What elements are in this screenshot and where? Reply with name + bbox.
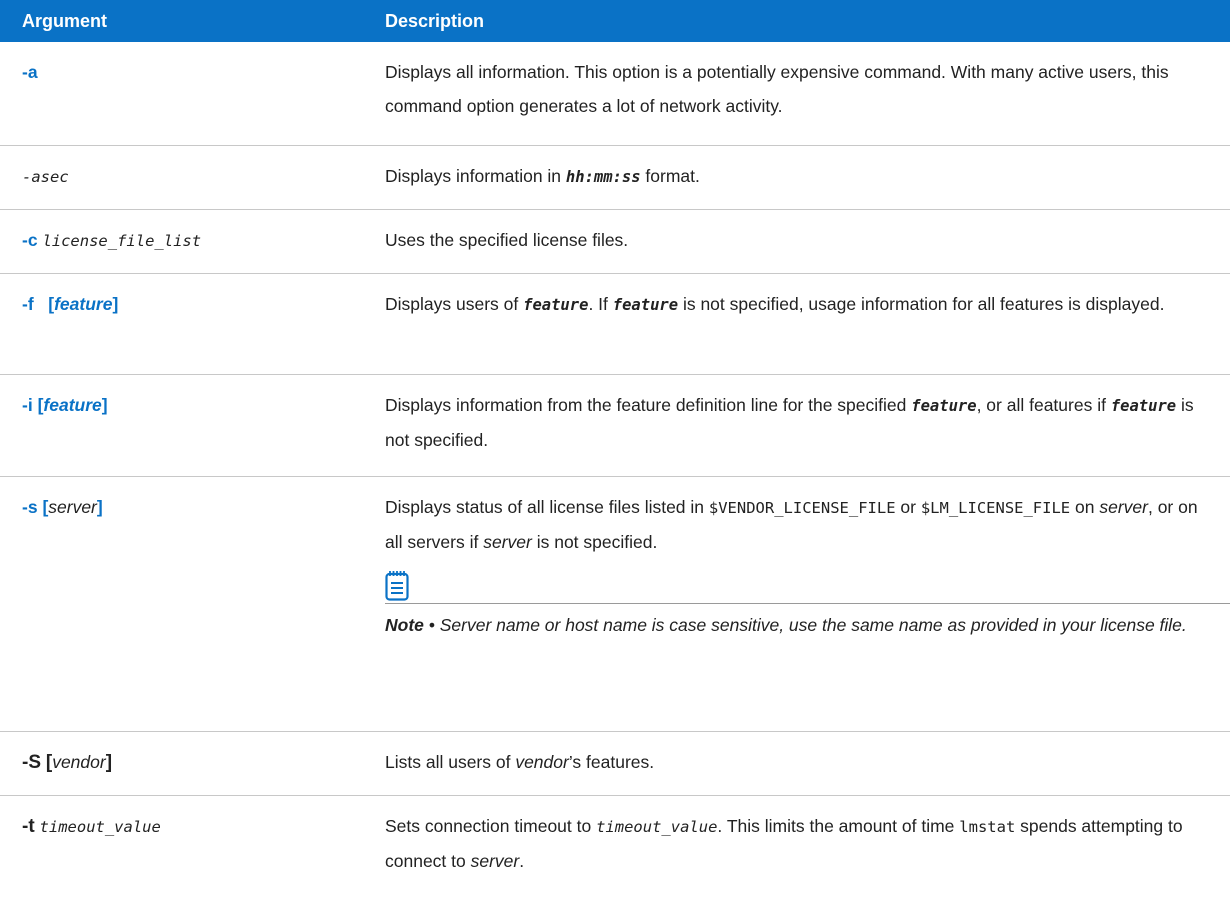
table-header-row: Argument Description (0, 0, 1230, 42)
description-cell: Lists all users of vendor’s features. (373, 731, 1230, 796)
desc-text: . (519, 850, 525, 871)
note: Note • Server name or host name is case … (385, 608, 1210, 642)
desc-text: Displays status of all license files lis… (385, 496, 709, 517)
desc-text: Sets connection timeout to (385, 815, 597, 836)
description-cell: Displays users of feature. If feature is… (373, 273, 1230, 375)
argument-cell: -f [feature] (0, 273, 373, 375)
desc-code: feature (523, 295, 589, 314)
argument-flag[interactable]: -S (22, 752, 41, 773)
argument-flag[interactable]: -t (22, 816, 35, 837)
desc-text: . This limits the amount of time (717, 815, 960, 836)
desc-text: ’s features. (568, 751, 655, 772)
argument-cell: -asec (0, 145, 373, 210)
argument-cell: -S [vendor] (0, 731, 373, 796)
argument-flag[interactable]: -f (22, 294, 34, 314)
bracket-close: ] (112, 293, 119, 314)
desc-italic: vendor (515, 751, 569, 772)
desc-code: feature (612, 295, 679, 314)
argument-flag: -asec (22, 167, 69, 186)
bracket-close: ] (101, 394, 108, 415)
argument-table: Argument Description -a Displays all inf… (0, 0, 1230, 885)
argument-cell: -a (0, 42, 373, 146)
argument-flag[interactable]: -c (22, 230, 38, 250)
description-cell: Uses the specified license files. (373, 209, 1230, 274)
argument-flag[interactable]: -a (22, 62, 38, 82)
desc-code: feature (1110, 396, 1177, 415)
argument-param: vendor (52, 751, 106, 772)
desc-italic: server (1099, 496, 1148, 517)
description-cell: Displays status of all license files lis… (373, 476, 1230, 732)
header-description: Description (373, 0, 1230, 42)
description-cell: Displays information in hh:mm:ss format. (373, 145, 1230, 210)
table-row: -f [feature] Displays users of feature. … (0, 273, 1230, 375)
table-row: -c license_file_list Uses the specified … (0, 209, 1230, 274)
description-cell: Displays all information. This option is… (373, 42, 1230, 146)
note-bullet: • (423, 614, 440, 635)
argument-cell: -i [feature] (0, 374, 373, 477)
desc-code: lmstat (959, 817, 1016, 836)
desc-text: . If (588, 293, 613, 314)
argument-param: feature (54, 293, 113, 314)
table-row: -asec Displays information in hh:mm:ss f… (0, 145, 1230, 210)
desc-italic: server (470, 850, 520, 871)
desc-text: on (1070, 496, 1100, 517)
argument-param: license_file_list (42, 231, 202, 250)
argument-param: feature (43, 394, 102, 415)
notepad-icon (385, 569, 409, 612)
desc-text: Displays information from the feature de… (385, 394, 912, 415)
desc-code: timeout_value (596, 817, 718, 836)
desc-text: or (895, 496, 921, 517)
desc-code: feature (911, 396, 977, 415)
argument-param: timeout_value (39, 817, 161, 836)
desc-text: Lists all users of (385, 751, 516, 772)
note-label: Note (385, 614, 424, 635)
argument-cell: -s [server] (0, 476, 373, 732)
desc-text: Displays users of (385, 293, 524, 314)
desc-text: is not specified. (531, 531, 658, 552)
note-rule (385, 565, 1230, 604)
argument-flag[interactable]: -s (22, 497, 38, 517)
argument-flag[interactable]: -i (22, 395, 33, 415)
bracket-close: ] (105, 751, 113, 773)
header-argument: Argument (0, 0, 373, 42)
argument-cell: -t timeout_value (0, 795, 373, 885)
desc-text: format. (640, 165, 700, 186)
table-row: -a Displays all information. This option… (0, 42, 1230, 146)
description-cell: Displays information from the feature de… (373, 374, 1230, 477)
desc-code: hh:mm:ss (565, 167, 641, 186)
argument-param: server (48, 496, 97, 517)
table-row: -s [server] Displays status of all licen… (0, 476, 1230, 732)
desc-code: $VENDOR_LICENSE_FILE (708, 498, 896, 517)
desc-text: , or all features if (976, 394, 1111, 415)
note-body: Server name or host name is case sensiti… (439, 614, 1187, 635)
desc-code: $LM_LICENSE_FILE (920, 498, 1071, 517)
description-cell: Sets connection timeout to timeout_value… (373, 795, 1230, 885)
table-row: -t timeout_value Sets connection timeout… (0, 795, 1230, 885)
argument-cell: -c license_file_list (0, 209, 373, 274)
desc-text: Displays information in (385, 165, 566, 186)
table-row: -S [vendor] Lists all users of vendor’s … (0, 731, 1230, 796)
bracket-close: ] (96, 496, 103, 517)
table-row: -i [feature] Displays information from t… (0, 374, 1230, 477)
desc-text: is not specified, usage information for … (678, 293, 1165, 314)
description-text: Displays status of all license files lis… (385, 490, 1210, 559)
desc-italic: server (483, 531, 532, 552)
